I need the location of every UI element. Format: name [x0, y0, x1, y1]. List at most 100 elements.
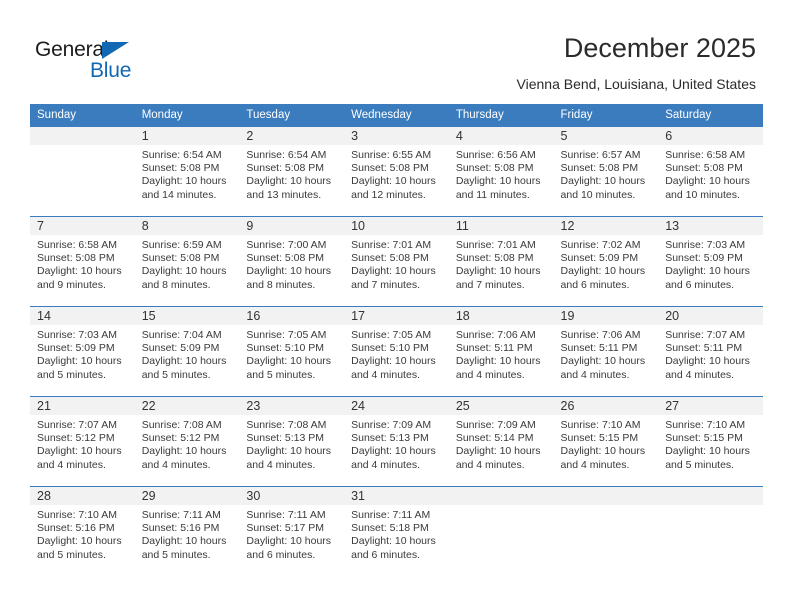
sunrise-text: Sunrise: 7:06 AM: [560, 329, 641, 341]
sunrise-text: Sunrise: 7:03 AM: [37, 329, 117, 341]
sunrise-text: Sunrise: 6:58 AM: [37, 239, 117, 251]
sunrise-text: Sunrise: 7:04 AM: [141, 329, 222, 341]
daylight-line2-text: and 4 minutes.: [560, 368, 630, 381]
day-box: 5 Sunrise: 6:57 AM Sunset: 5:08 PM Daylight…: [553, 127, 659, 216]
calendar-day-cell: [30, 126, 135, 217]
location-subtitle: Vienna Bend, Louisiana, United States: [516, 76, 756, 92]
day-details: Sunrise: 7:04 AM Sunset: 5:09 PM Daylight:…: [135, 325, 240, 382]
daylight-line1-text: Daylight: 10 hours: [246, 175, 332, 188]
day-details: Sunrise: 6:58 AM Sunset: 5:08 PM Daylight:…: [658, 145, 763, 202]
sunrise-text: Sunrise: 7:11 AM: [141, 509, 221, 521]
calendar-page: General Blue December 2025 Vienna Bend, …: [0, 0, 792, 612]
daylight-line1-text: Daylight: 10 hours: [37, 265, 122, 278]
day-box: [448, 487, 554, 576]
calendar-day-cell[interactable]: 27 Sunrise: 7:10 AM Sunset: 5:15 PM Dayligh…: [658, 396, 763, 487]
day-number: 8: [134, 217, 240, 235]
sunrise-text: Sunrise: 7:09 AM: [351, 419, 432, 431]
day-details: Sunrise: 7:10 AM Sunset: 5:16 PM Daylight:…: [30, 505, 135, 562]
sunset-text: Sunset: 5:09 PM: [665, 252, 743, 265]
sunset-text: Sunset: 5:16 PM: [37, 522, 115, 535]
day-number: 31: [344, 487, 449, 505]
sunrise-text: Sunrise: 7:00 AM: [246, 239, 327, 251]
calendar-day-cell[interactable]: 31 Sunrise: 7:11 AM Sunset: 5:18 PM Dayligh…: [344, 486, 449, 576]
day-details: Sunrise: 6:54 AM Sunset: 5:08 PM Daylight:…: [239, 145, 344, 202]
day-box: 6 Sunrise: 6:58 AM Sunset: 5:08 PM Daylight…: [658, 127, 763, 216]
calendar-day-cell[interactable]: 15 Sunrise: 7:04 AM Sunset: 5:09 PM Dayligh…: [134, 306, 240, 397]
daylight-line1-text: Daylight: 10 hours: [141, 265, 227, 278]
sunrise-text: Sunrise: 6:57 AM: [560, 149, 641, 161]
day-box: 31 Sunrise: 7:11 AM Sunset: 5:18 PM Dayligh…: [344, 487, 449, 576]
calendar-day-cell[interactable]: 26 Sunrise: 7:10 AM Sunset: 5:15 PM Dayligh…: [553, 396, 659, 487]
day-number: 12: [553, 217, 659, 235]
day-number: 27: [658, 397, 763, 415]
sunset-text: Sunset: 5:09 PM: [560, 252, 639, 265]
daylight-line1-text: Daylight: 10 hours: [455, 355, 541, 368]
day-box: 15 Sunrise: 7:04 AM Sunset: 5:09 PM Dayligh…: [134, 307, 240, 396]
calendar-day-cell[interactable]: 5 Sunrise: 6:57 AM Sunset: 5:08 PM Daylight…: [553, 126, 659, 217]
calendar-day-cell[interactable]: 30 Sunrise: 7:11 AM Sunset: 5:17 PM Dayligh…: [239, 486, 345, 576]
sunrise-text: Sunrise: 6:58 AM: [665, 149, 746, 161]
day-details: Sunrise: 7:08 AM Sunset: 5:12 PM Daylight:…: [135, 415, 240, 472]
sunset-text: Sunset: 5:08 PM: [455, 252, 534, 265]
daylight-line1-text: Daylight: 10 hours: [351, 175, 436, 188]
daylight-line2-text: and 4 minutes.: [246, 458, 316, 471]
day-details: Sunrise: 7:10 AM Sunset: 5:15 PM Daylight:…: [554, 415, 659, 472]
calendar-day-cell[interactable]: 14 Sunrise: 7:03 AM Sunset: 5:09 PM Dayligh…: [30, 306, 135, 397]
day-details: Sunrise: 7:01 AM Sunset: 5:08 PM Daylight:…: [344, 235, 449, 292]
calendar-day-cell[interactable]: 1 Sunrise: 6:54 AM Sunset: 5:08 PM Daylight…: [134, 126, 240, 217]
calendar-day-cell[interactable]: 21 Sunrise: 7:07 AM Sunset: 5:12 PM Dayligh…: [30, 396, 135, 487]
daylight-line1-text: Daylight: 10 hours: [246, 265, 332, 278]
calendar-day-cell[interactable]: 2 Sunrise: 6:54 AM Sunset: 5:08 PM Daylight…: [239, 126, 345, 217]
daylight-line1-text: Daylight: 10 hours: [665, 175, 750, 188]
calendar-day-cell[interactable]: 17 Sunrise: 7:05 AM Sunset: 5:10 PM Dayligh…: [344, 306, 449, 397]
calendar-day-cell[interactable]: 12 Sunrise: 7:02 AM Sunset: 5:09 PM Dayligh…: [553, 216, 659, 307]
calendar-day-cell[interactable]: 16 Sunrise: 7:05 AM Sunset: 5:10 PM Dayligh…: [239, 306, 345, 397]
calendar-day-cell[interactable]: 18 Sunrise: 7:06 AM Sunset: 5:11 PM Dayligh…: [448, 306, 554, 397]
sunrise-sunset-calendar: Sunday Monday Tuesday Wednesday Thursday…: [30, 104, 763, 576]
calendar-day-cell[interactable]: 19 Sunrise: 7:06 AM Sunset: 5:11 PM Dayligh…: [553, 306, 659, 397]
daylight-line2-text: and 5 minutes.: [37, 548, 106, 561]
daylight-line2-text: and 6 minutes.: [246, 548, 316, 561]
day-box: [658, 487, 763, 576]
daylight-line1-text: Daylight: 10 hours: [141, 355, 227, 368]
calendar-day-cell[interactable]: 22 Sunrise: 7:08 AM Sunset: 5:12 PM Dayligh…: [134, 396, 240, 487]
calendar-day-cell[interactable]: 8 Sunrise: 6:59 AM Sunset: 5:08 PM Daylight…: [134, 216, 240, 307]
calendar-day-cell[interactable]: 23 Sunrise: 7:08 AM Sunset: 5:13 PM Dayligh…: [239, 396, 345, 487]
day-number: 26: [553, 397, 659, 415]
day-details: Sunrise: 7:06 AM Sunset: 5:11 PM Daylight:…: [449, 325, 554, 382]
day-box: 7 Sunrise: 6:58 AM Sunset: 5:08 PM Daylight…: [30, 217, 135, 306]
calendar-day-cell[interactable]: 7 Sunrise: 6:58 AM Sunset: 5:08 PM Daylight…: [30, 216, 135, 307]
calendar-day-cell[interactable]: 13 Sunrise: 7:03 AM Sunset: 5:09 PM Dayligh…: [658, 216, 763, 307]
day-details: Sunrise: 7:02 AM Sunset: 5:09 PM Daylight:…: [554, 235, 659, 292]
calendar-day-cell[interactable]: 4 Sunrise: 6:56 AM Sunset: 5:08 PM Daylight…: [448, 126, 554, 217]
calendar-day-cell[interactable]: 28 Sunrise: 7:10 AM Sunset: 5:16 PM Dayligh…: [30, 486, 135, 576]
sunset-text: Sunset: 5:13 PM: [351, 432, 429, 445]
sunset-text: Sunset: 5:15 PM: [560, 432, 639, 445]
calendar-day-cell[interactable]: 29 Sunrise: 7:11 AM Sunset: 5:16 PM Dayligh…: [134, 486, 240, 576]
sunset-text: Sunset: 5:16 PM: [141, 522, 220, 535]
weekday-header-friday: Friday: [553, 104, 659, 127]
calendar-day-cell[interactable]: 9 Sunrise: 7:00 AM Sunset: 5:08 PM Daylight…: [239, 216, 345, 307]
calendar-day-cell[interactable]: 10 Sunrise: 7:01 AM Sunset: 5:08 PM Dayligh…: [344, 216, 449, 307]
calendar-day-cell[interactable]: 11 Sunrise: 7:01 AM Sunset: 5:08 PM Dayligh…: [448, 216, 554, 307]
calendar-day-cell[interactable]: 24 Sunrise: 7:09 AM Sunset: 5:13 PM Dayligh…: [344, 396, 449, 487]
daylight-line1-text: Daylight: 10 hours: [246, 535, 332, 548]
calendar-day-cell[interactable]: 6 Sunrise: 6:58 AM Sunset: 5:08 PM Daylight…: [658, 126, 763, 217]
day-number: 15: [134, 307, 240, 325]
page-header: General Blue December 2025 Vienna Bend, …: [0, 0, 792, 104]
daylight-line2-text: and 8 minutes.: [141, 278, 211, 291]
daylight-line1-text: Daylight: 10 hours: [37, 535, 122, 548]
sunset-text: Sunset: 5:12 PM: [141, 432, 220, 445]
calendar-day-cell[interactable]: 3 Sunrise: 6:55 AM Sunset: 5:08 PM Daylight…: [344, 126, 449, 217]
day-box: [30, 127, 135, 216]
calendar-day-cell[interactable]: 25 Sunrise: 7:09 AM Sunset: 5:14 PM Dayligh…: [448, 396, 554, 487]
general-blue-logo[interactable]: General Blue: [35, 38, 165, 86]
day-box: 14 Sunrise: 7:03 AM Sunset: 5:09 PM Dayligh…: [30, 307, 135, 396]
day-box: 27 Sunrise: 7:10 AM Sunset: 5:15 PM Dayligh…: [658, 397, 763, 486]
weekday-header-sunday: Sunday: [30, 104, 135, 127]
weekday-header-wednesday: Wednesday: [344, 104, 449, 127]
sunrise-text: Sunrise: 7:10 AM: [665, 419, 746, 431]
day-details: Sunrise: 6:54 AM Sunset: 5:08 PM Daylight:…: [135, 145, 240, 202]
day-number: 21: [30, 397, 135, 415]
calendar-day-cell[interactable]: 20 Sunrise: 7:07 AM Sunset: 5:11 PM Dayligh…: [658, 306, 763, 397]
